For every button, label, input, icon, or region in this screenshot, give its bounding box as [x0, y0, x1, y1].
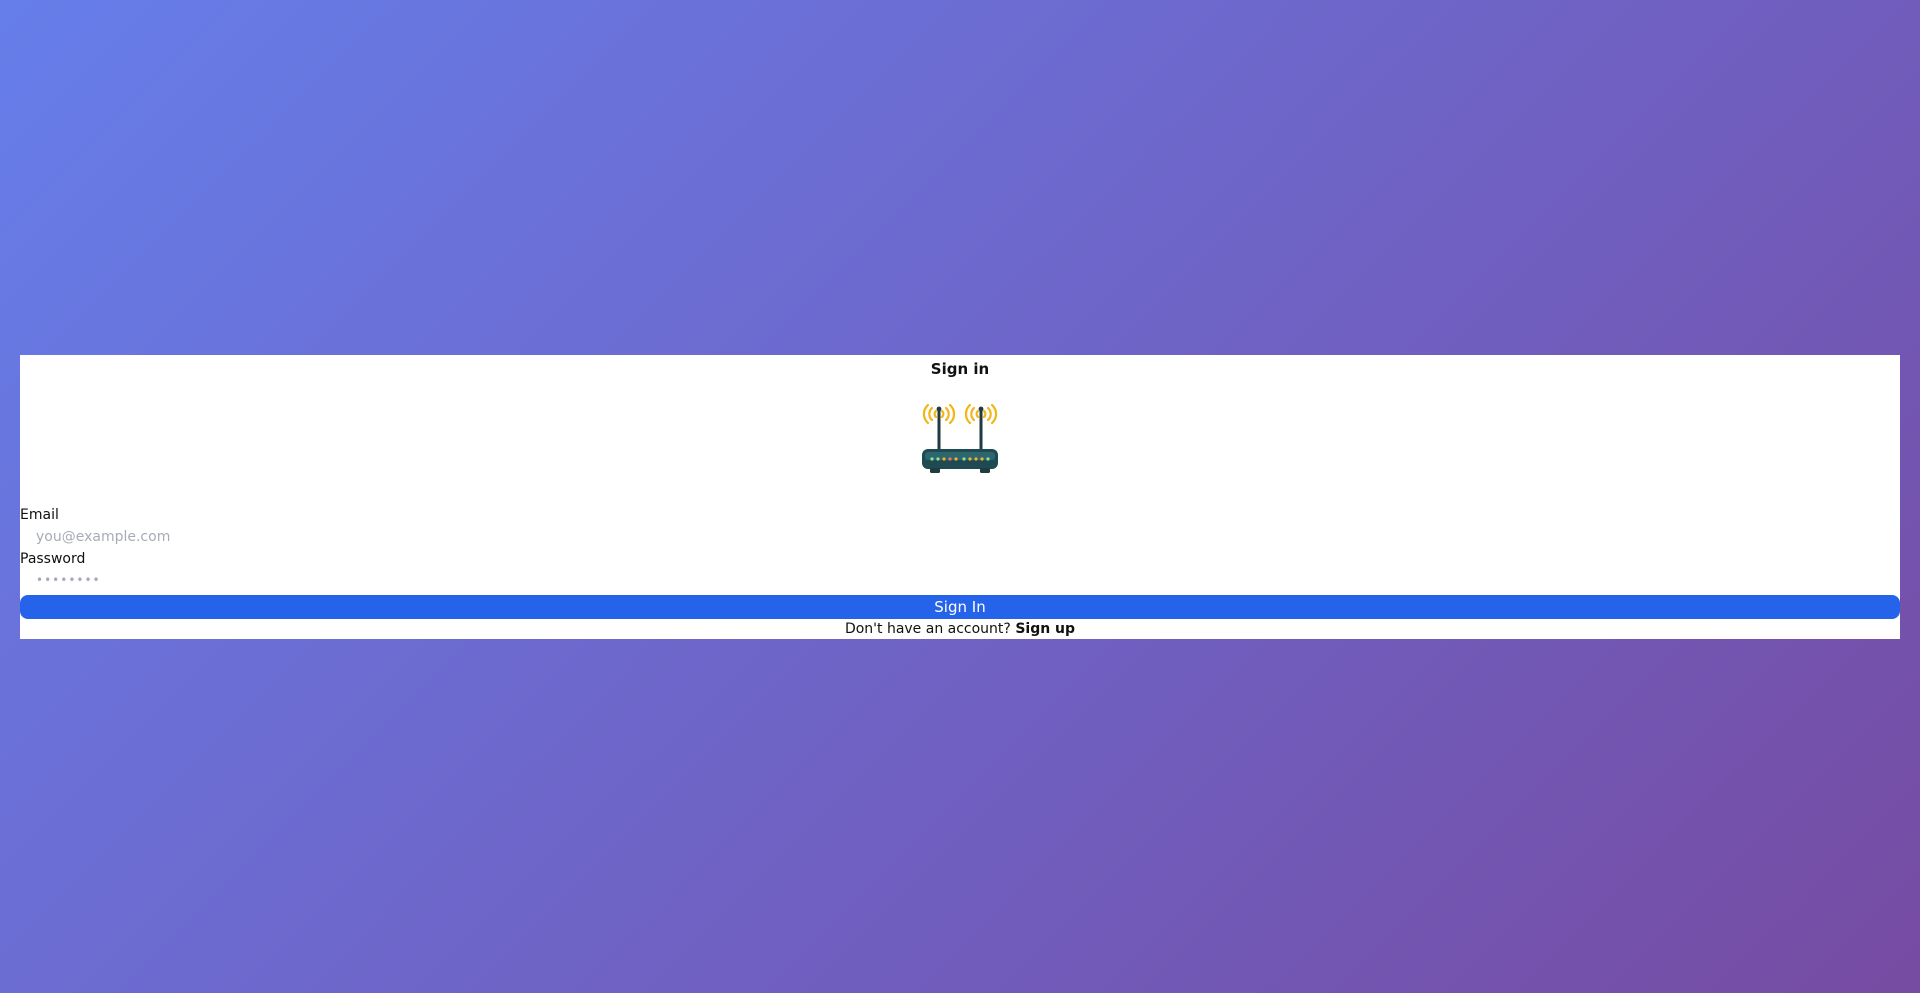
sign-in-card: Sign in Email you@example.com Password S… — [20, 355, 1900, 639]
page-title: Sign in — [930, 360, 990, 378]
password-label: Password — [20, 551, 86, 567]
signup-prompt-text: Don't have an account? — [844, 621, 1011, 637]
sign-up-link[interactable]: Sign up — [1015, 621, 1075, 637]
router-icon — [922, 403, 998, 473]
password-field[interactable] — [20, 570, 1900, 590]
sign-in-button[interactable]: Sign In — [20, 595, 1900, 619]
email-field[interactable] — [20, 527, 1900, 547]
email-label: Email — [20, 507, 59, 523]
signup-prompt: Don't have an account? Sign up — [20, 619, 1900, 639]
